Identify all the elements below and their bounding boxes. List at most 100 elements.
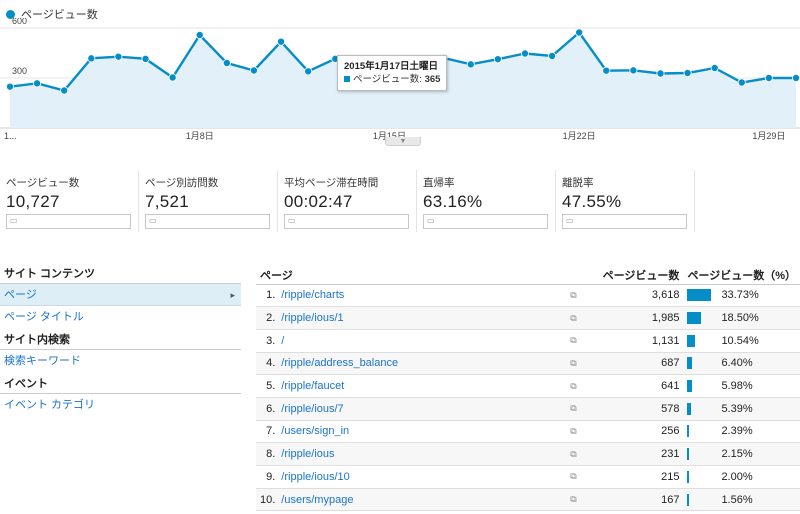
data-point[interactable] (304, 67, 313, 76)
row-pageviews: 167 (583, 488, 684, 512)
row-external-cell: ⧉ (563, 329, 584, 353)
row-page-cell: /ripple/address_balance (277, 352, 564, 376)
row-pct-cell: 2.39% (683, 420, 800, 444)
data-point[interactable] (493, 55, 502, 64)
row-pageviews: 1,985 (583, 306, 684, 330)
external-link-icon[interactable]: ⧉ (570, 358, 576, 368)
table-row: 2./ripple/ious/1 ⧉ 1,985 18.50% (256, 306, 800, 330)
data-point[interactable] (87, 54, 96, 63)
row-external-cell: ⧉ (563, 420, 584, 444)
row-external-cell: ⧉ (563, 465, 584, 489)
pct-bar-track (687, 425, 717, 438)
metric-sparkline: ▭ (6, 214, 131, 229)
page-link[interactable]: /users/sign_in (281, 425, 349, 437)
row-pageviews: 215 (583, 465, 684, 489)
metric-avg-time-on-page[interactable]: 平均ページ滞在時間 00:02:47 ▭ (278, 170, 417, 232)
pct-bar (687, 470, 689, 483)
table-row: 1./ripple/charts ⧉ 3,618 33.73% (256, 284, 800, 308)
data-point[interactable] (737, 78, 746, 87)
nav-item-page-title[interactable]: ページ タイトル (0, 306, 241, 328)
external-link-icon[interactable]: ⧉ (570, 335, 576, 345)
data-point[interactable] (764, 74, 773, 83)
data-point[interactable] (602, 66, 611, 75)
external-link-icon[interactable]: ⧉ (570, 313, 576, 323)
row-external-cell: ⧉ (563, 397, 584, 421)
row-page-cell: /ripple/ious/10 (277, 465, 564, 489)
data-point[interactable] (520, 49, 529, 58)
table-row: 8./ripple/ious ⧉ 231 2.15% (256, 442, 800, 466)
page-link[interactable]: /ripple/ious/1 (281, 312, 343, 324)
metric-exit-rate[interactable]: 離脱率 47.55% ▭ (556, 170, 695, 232)
page-link[interactable]: /ripple/address_balance (281, 357, 398, 369)
data-point[interactable] (195, 30, 204, 39)
row-pct-text: 5.39% (721, 402, 753, 415)
data-point[interactable] (466, 60, 475, 69)
metric-pageviews[interactable]: ページビュー数 10,727 ▭ (0, 170, 139, 232)
external-link-icon[interactable]: ⧉ (570, 426, 576, 436)
row-external-cell: ⧉ (563, 442, 584, 466)
table-row: 10./users/mypage ⧉ 167 1.56% (256, 488, 800, 512)
row-pct-cell: 33.73% (683, 284, 800, 308)
data-point[interactable] (656, 69, 665, 78)
page-link[interactable]: /ripple/ious/10 (281, 471, 350, 483)
row-pct-text: 33.73% (721, 289, 759, 302)
metric-value: 7,521 (145, 192, 190, 211)
data-point[interactable] (33, 79, 42, 88)
data-point[interactable] (222, 59, 231, 68)
external-link-icon[interactable]: ⧉ (570, 449, 576, 459)
row-page-cell: /ripple/faucet (277, 374, 564, 398)
column-header-pageviews-pct[interactable]: ページビュー数（%） (683, 266, 800, 285)
pct-bar (687, 448, 689, 461)
data-point[interactable] (141, 54, 150, 63)
data-point[interactable] (792, 74, 800, 82)
external-link-icon[interactable]: ⧉ (570, 290, 576, 300)
row-page-cell: /users/sign_in (277, 420, 564, 444)
external-link-icon[interactable]: ⧉ (570, 403, 576, 413)
page-link[interactable]: / (281, 335, 284, 347)
pct-bar-track (687, 448, 717, 461)
chevron-down-icon: ▼ (399, 137, 407, 145)
pct-bar-track (687, 357, 717, 370)
data-point[interactable] (114, 52, 123, 61)
metric-sparkline: ▭ (284, 214, 409, 229)
page-link[interactable]: /users/mypage (281, 494, 353, 506)
chart-collapse-toggle[interactable]: ▼ (385, 137, 421, 146)
page-link[interactable]: /ripple/ious (281, 448, 334, 460)
data-point[interactable] (683, 69, 692, 78)
pct-bar (687, 380, 692, 393)
external-link-icon[interactable]: ⧉ (570, 381, 576, 391)
row-pct-cell: 18.50% (683, 306, 800, 330)
sparkline-icon: ▭ (288, 216, 296, 225)
data-point[interactable] (575, 28, 584, 37)
metric-unique-pageviews[interactable]: ページ別訪問数 7,521 ▭ (139, 170, 278, 232)
data-point[interactable] (249, 66, 258, 75)
page-link[interactable]: /ripple/charts (281, 289, 344, 301)
data-point[interactable] (168, 73, 177, 82)
column-header-pageviews[interactable]: ページビュー数 (583, 266, 684, 285)
row-pct-text: 2.39% (721, 425, 753, 438)
nav-item-page[interactable]: ページ (0, 284, 241, 306)
column-header-page[interactable]: ページ (256, 266, 584, 285)
chart-tooltip: 2015年1月17日土曜日 ページビュー数: 365 (337, 55, 448, 91)
data-point[interactable] (548, 52, 557, 61)
page-link[interactable]: /ripple/faucet (281, 380, 344, 392)
row-index: 6. (256, 397, 278, 421)
table-body: 1./ripple/charts ⧉ 3,618 33.73% 2./ripple/io… (256, 284, 800, 512)
metric-bounce-rate[interactable]: 直帰率 63.16% ▭ (417, 170, 556, 232)
row-page-cell: / (277, 329, 564, 353)
table-row: 6./ripple/ious/7 ⧉ 578 5.39% (256, 397, 800, 421)
data-point[interactable] (710, 64, 719, 73)
page-link[interactable]: /ripple/ious/7 (281, 403, 343, 415)
data-point[interactable] (6, 82, 14, 91)
nav-item-event-category[interactable]: イベント カテゴリ (0, 394, 241, 416)
row-pageviews: 3,618 (583, 284, 684, 308)
data-point[interactable] (60, 86, 69, 95)
data-point[interactable] (277, 37, 286, 46)
data-point[interactable] (629, 66, 638, 75)
row-index: 3. (256, 329, 278, 353)
nav-item-search-keyword[interactable]: 検索キーワード (0, 350, 241, 372)
pct-bar (687, 334, 695, 347)
external-link-icon[interactable]: ⧉ (570, 471, 576, 481)
row-page-cell: /ripple/charts (277, 284, 564, 308)
external-link-icon[interactable]: ⧉ (570, 494, 576, 504)
